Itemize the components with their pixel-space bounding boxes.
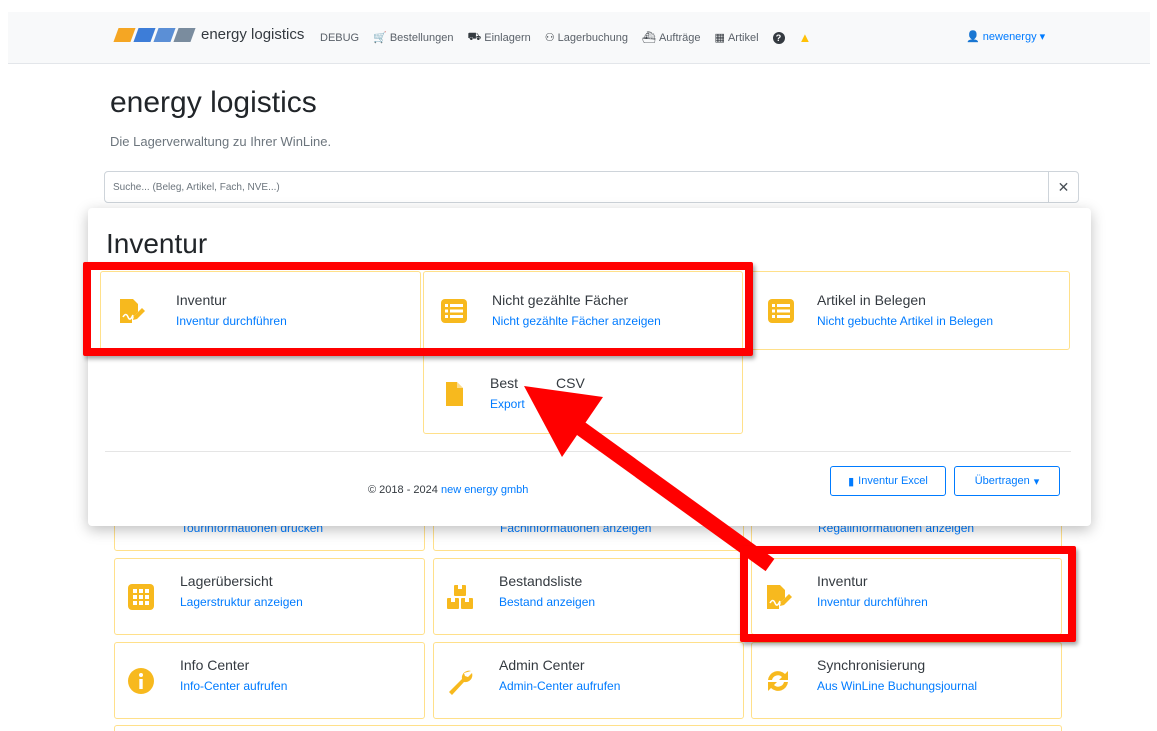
annotation-highlight-modal-cards <box>83 262 753 356</box>
annotation-highlight-inventur-card <box>740 546 1076 642</box>
